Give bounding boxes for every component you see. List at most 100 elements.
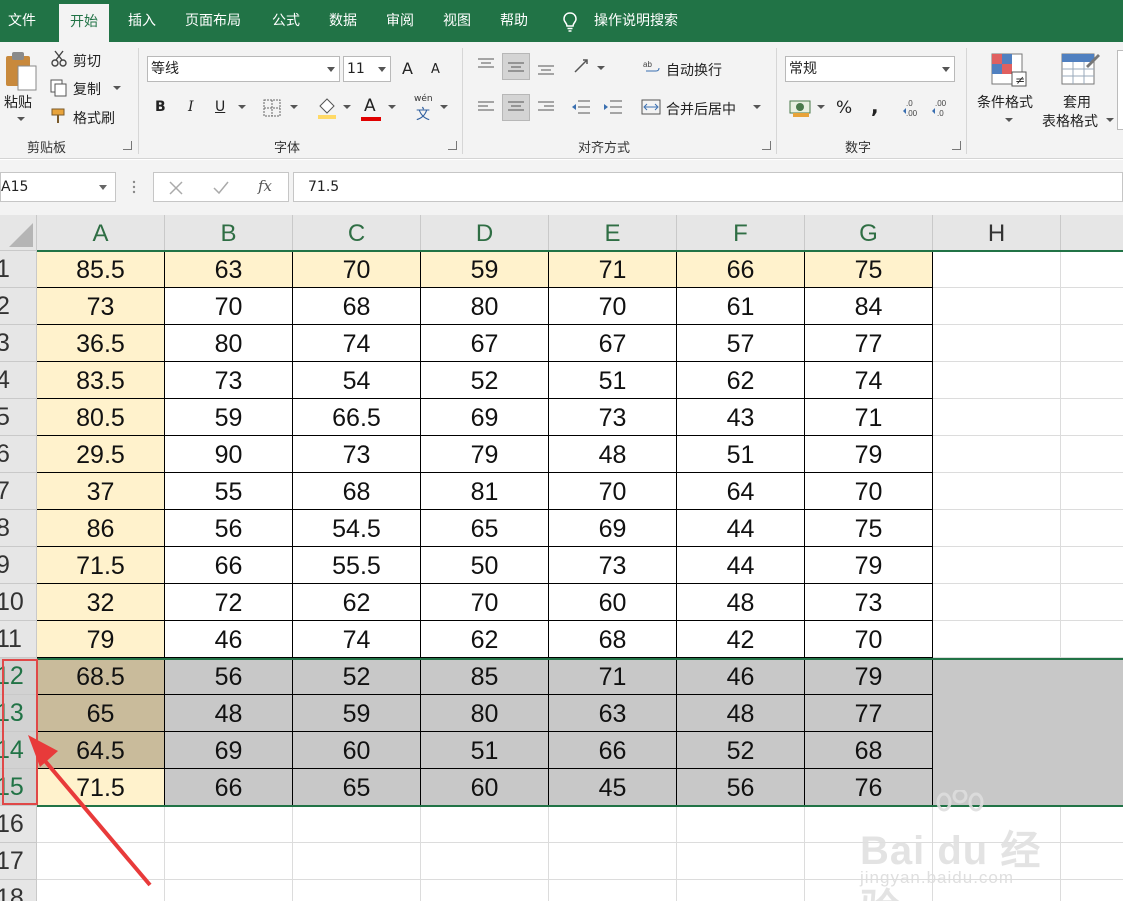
chevron-down-icon[interactable]: [753, 105, 761, 110]
cell-c5[interactable]: 66.5: [293, 399, 421, 436]
cell-d15[interactable]: 60: [421, 769, 549, 806]
cell-e2[interactable]: 70: [549, 288, 677, 325]
cell-e18[interactable]: [549, 880, 677, 901]
cell-i12[interactable]: [1061, 658, 1123, 695]
cell-i11[interactable]: [1061, 621, 1123, 658]
cell-g14[interactable]: 68: [805, 732, 933, 769]
cell-c18[interactable]: [293, 880, 421, 901]
chevron-down-icon[interactable]: [1106, 118, 1114, 123]
column-header-d[interactable]: D: [421, 215, 549, 251]
cell-g3[interactable]: 77: [805, 325, 933, 362]
cell-d16[interactable]: [421, 806, 549, 843]
cell-d3[interactable]: 67: [421, 325, 549, 362]
cell-e11[interactable]: 68: [549, 621, 677, 658]
cell-e17[interactable]: [549, 843, 677, 880]
cell-c17[interactable]: [293, 843, 421, 880]
format-as-table-icon[interactable]: [1060, 52, 1100, 88]
cell-g11[interactable]: 70: [805, 621, 933, 658]
cell-d6[interactable]: 79: [421, 436, 549, 473]
cell-e5[interactable]: 73: [549, 399, 677, 436]
cell-i9[interactable]: [1061, 547, 1123, 584]
column-header-g[interactable]: G: [805, 215, 933, 251]
cell-i6[interactable]: [1061, 436, 1123, 473]
tab-insert[interactable]: 插入: [128, 0, 156, 42]
cell-h10[interactable]: [933, 584, 1061, 621]
cell-i2[interactable]: [1061, 288, 1123, 325]
cell-g5[interactable]: 71: [805, 399, 933, 436]
copy-button[interactable]: 复制: [73, 79, 101, 99]
conditional-formatting-button[interactable]: 条件格式: [977, 92, 1033, 112]
cell-f17[interactable]: [677, 843, 805, 880]
percent-style-button[interactable]: %: [836, 98, 852, 118]
cell-f2[interactable]: 61: [677, 288, 805, 325]
cell-c10[interactable]: 62: [293, 584, 421, 621]
cut-button[interactable]: 剪切: [73, 51, 101, 71]
fill-color-icon[interactable]: [316, 96, 338, 120]
cell-c2[interactable]: 68: [293, 288, 421, 325]
cell-e16[interactable]: [549, 806, 677, 843]
cell-h9[interactable]: [933, 547, 1061, 584]
cell-e14[interactable]: 66: [549, 732, 677, 769]
name-box[interactable]: A15: [0, 172, 116, 202]
cell-i4[interactable]: [1061, 362, 1123, 399]
cell-h11[interactable]: [933, 621, 1061, 658]
cell-g9[interactable]: 79: [805, 547, 933, 584]
cell-i14[interactable]: [1061, 732, 1123, 769]
merge-center-button[interactable]: 合并后居中: [666, 99, 736, 119]
cell-c12[interactable]: 52: [293, 658, 421, 695]
cell-i10[interactable]: [1061, 584, 1123, 621]
cell-e8[interactable]: 69: [549, 510, 677, 547]
column-header-c[interactable]: C: [293, 215, 421, 251]
cell-d18[interactable]: [421, 880, 549, 901]
cell-f11[interactable]: 42: [677, 621, 805, 658]
cell-e13[interactable]: 63: [549, 695, 677, 732]
cell-g8[interactable]: 75: [805, 510, 933, 547]
wrap-text-icon[interactable]: ab: [643, 58, 661, 76]
align-top-icon[interactable]: [476, 57, 496, 71]
tab-review[interactable]: 审阅: [386, 0, 414, 42]
cell-h6[interactable]: [933, 436, 1061, 473]
cell-e10[interactable]: 60: [549, 584, 677, 621]
cell-c3[interactable]: 74: [293, 325, 421, 362]
cell-g10[interactable]: 73: [805, 584, 933, 621]
chevron-down-icon[interactable]: [817, 105, 825, 110]
comma-style-button[interactable]: ,: [871, 94, 879, 118]
chevron-down-icon[interactable]: [343, 105, 351, 110]
cell-f5[interactable]: 43: [677, 399, 805, 436]
conditional-formatting-icon[interactable]: ≠: [990, 52, 1028, 88]
merge-center-icon[interactable]: [641, 99, 661, 115]
alignment-launcher-icon[interactable]: [762, 141, 771, 150]
worksheet-grid[interactable]: ABCDEFGH12345678910111213141516171885.56…: [0, 215, 1123, 901]
cell-i8[interactable]: [1061, 510, 1123, 547]
cell-c7[interactable]: 68: [293, 473, 421, 510]
cell-h12[interactable]: [933, 658, 1061, 695]
cell-c1[interactable]: 70: [293, 251, 421, 288]
cell-d1[interactable]: 59: [421, 251, 549, 288]
chevron-down-icon[interactable]: [290, 105, 298, 110]
chevron-down-icon[interactable]: [1005, 118, 1013, 123]
cell-c13[interactable]: 59: [293, 695, 421, 732]
cell-h8[interactable]: [933, 510, 1061, 547]
cell-d2[interactable]: 80: [421, 288, 549, 325]
tab-formulas[interactable]: 公式: [272, 0, 300, 42]
cell-i1[interactable]: [1061, 251, 1123, 288]
number-format-select[interactable]: 常规: [785, 56, 955, 82]
cell-i3[interactable]: [1061, 325, 1123, 362]
cell-h5[interactable]: [933, 399, 1061, 436]
tab-help[interactable]: 帮助: [500, 0, 528, 42]
column-header-filler[interactable]: [1061, 215, 1123, 251]
cell-d4[interactable]: 52: [421, 362, 549, 399]
cell-i18[interactable]: [1061, 880, 1123, 901]
cell-f1[interactable]: 66: [677, 251, 805, 288]
cell-e1[interactable]: 71: [549, 251, 677, 288]
tab-file[interactable]: 文件: [8, 0, 36, 42]
accounting-format-icon[interactable]: [789, 98, 813, 118]
decrease-font-button[interactable]: A: [431, 62, 440, 77]
chevron-down-icon[interactable]: [597, 66, 605, 71]
cell-c15[interactable]: 65: [293, 769, 421, 806]
cell-d17[interactable]: [421, 843, 549, 880]
cell-d5[interactable]: 69: [421, 399, 549, 436]
tab-home[interactable]: 开始: [59, 4, 109, 42]
cell-c11[interactable]: 74: [293, 621, 421, 658]
cell-f3[interactable]: 57: [677, 325, 805, 362]
